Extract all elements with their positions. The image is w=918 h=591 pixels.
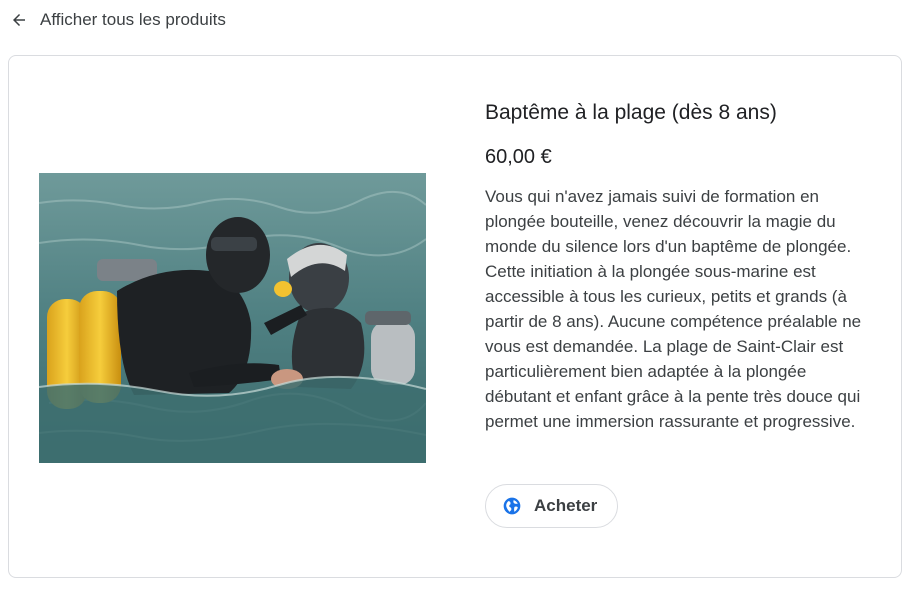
product-description: Vous qui n'avez jamais suivi de formatio… [485, 187, 862, 431]
back-link-label: Afficher tous les produits [40, 10, 226, 29]
product-price: 60,00 € [485, 146, 552, 168]
globe-icon [502, 496, 522, 516]
arrow-back-icon [10, 11, 28, 29]
buy-button[interactable]: Acheter [485, 484, 619, 528]
product-image [39, 173, 426, 463]
product-title: Baptême à la plage (dès 8 ans) [485, 101, 777, 124]
back-to-products-link[interactable]: Afficher tous les produits [10, 6, 226, 34]
buy-button-label: Acheter [534, 496, 598, 515]
product-card: Baptême à la plage (dès 8 ans) 60,00 € V… [8, 55, 902, 578]
